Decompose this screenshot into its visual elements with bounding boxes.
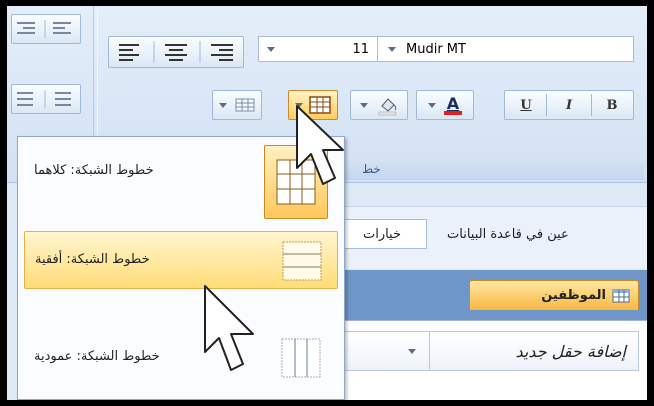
menu-item-label: خطوط الشبكة: عمودية: [34, 349, 160, 364]
document-tabs: الموظفين: [337, 270, 647, 320]
field-header[interactable]: [337, 331, 431, 371]
gridlines-horizontal-icon: [277, 238, 327, 284]
chevron-down-icon: [388, 46, 396, 52]
font-size-combo[interactable]: 11: [258, 36, 378, 62]
paint-bucket-icon: [378, 98, 397, 116]
chevron-down-icon: [360, 102, 368, 108]
chevron-down-icon: [428, 102, 436, 108]
menu-item-label: خطوط الشبكة: أفقية: [35, 252, 150, 267]
message-text: عين في قاعدة البيانات: [447, 227, 569, 242]
gridlines-vertical-icon: [276, 335, 326, 381]
font-size-value: 11: [352, 41, 369, 57]
italic-button[interactable]: I: [547, 98, 591, 113]
font-color-button[interactable]: A: [416, 90, 474, 120]
message-bar: خيارات عين في قاعدة البيانات: [337, 206, 647, 269]
datasheet: إضافة حقل جديد: [337, 320, 647, 400]
fill-color-button[interactable]: [350, 90, 408, 120]
menu-item-gridlines-both[interactable]: خطوط الشبكة: كلاهما: [24, 143, 338, 219]
chevron-down-icon: [219, 102, 227, 108]
menu-item-label: خطوط الشبكة: كلاهما: [34, 163, 154, 178]
mouse-cursor-icon: [296, 105, 344, 185]
list-buttons[interactable]: [11, 84, 81, 114]
options-button[interactable]: خيارات: [337, 219, 427, 249]
alternate-fill-button[interactable]: [212, 90, 262, 120]
indent-buttons[interactable]: [11, 14, 81, 44]
add-field-header[interactable]: إضافة حقل جديد: [429, 331, 639, 371]
font-name-combo[interactable]: Mudir MT: [378, 36, 634, 62]
font-name-value: Mudir MT: [406, 41, 466, 57]
chevron-down-icon: [267, 46, 275, 52]
menu-item-gridlines-vertical[interactable]: خطوط الشبكة: عمودية: [24, 329, 338, 387]
indent-icon: [17, 20, 71, 38]
mouse-cursor-icon: [204, 285, 254, 371]
font-color-icon: A: [444, 95, 462, 115]
application-window: 11 Mudir MT A U I B خط خيارات عين في قاع…: [7, 6, 647, 400]
text-style-buttons: U I B: [504, 90, 634, 120]
list-icon: [17, 90, 71, 108]
underline-button[interactable]: U: [506, 98, 546, 113]
alignment-buttons: [108, 36, 244, 68]
table-icon: [612, 289, 630, 302]
chevron-down-icon: [408, 348, 416, 354]
menu-item-gridlines-horizontal[interactable]: خطوط الشبكة: أفقية: [24, 231, 338, 289]
tab-employees[interactable]: الموظفين: [469, 280, 639, 310]
table-fill-icon: [235, 98, 255, 112]
bold-button[interactable]: B: [592, 98, 632, 113]
tab-label: الموظفين: [541, 288, 606, 303]
